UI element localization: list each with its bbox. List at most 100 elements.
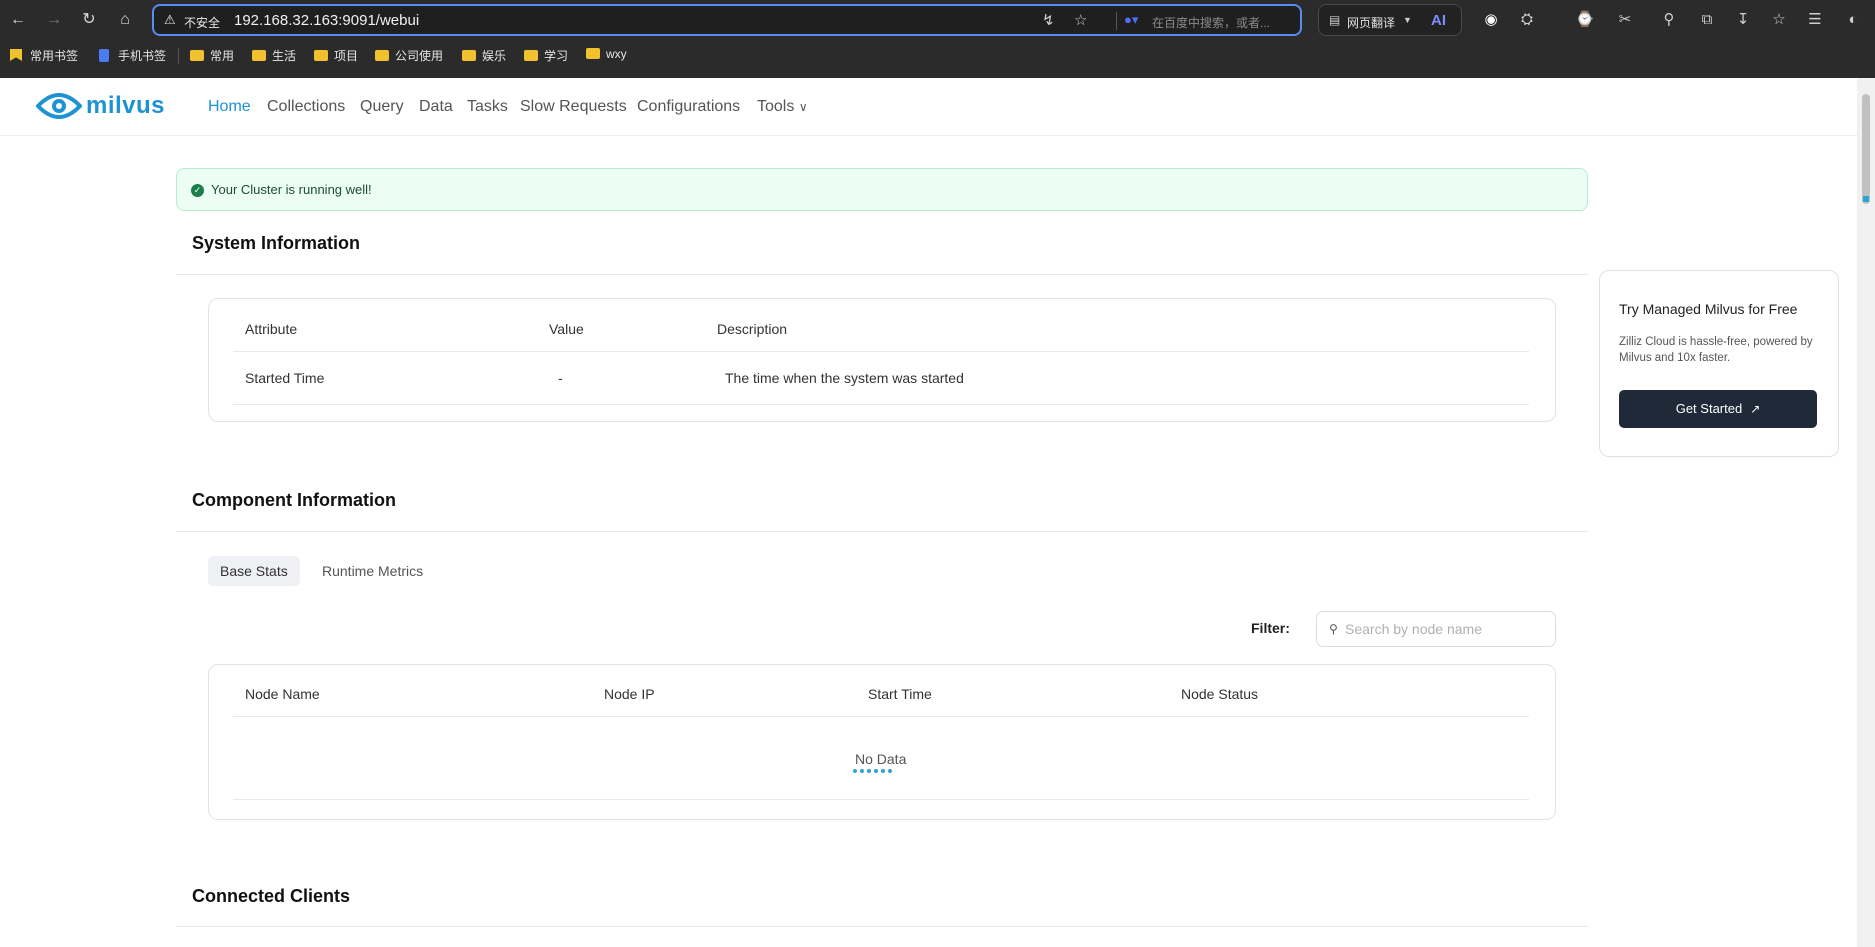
nav-tasks[interactable]: Tasks xyxy=(467,98,508,116)
screenshot-icon[interactable]: ✂ xyxy=(1614,9,1636,31)
tab-runtime-metrics[interactable]: Runtime Metrics xyxy=(310,556,435,586)
managed-milvus-promo: Try Managed Milvus for Free Zilliz Cloud… xyxy=(1599,270,1839,457)
bookmark-star-icon[interactable]: ☆ xyxy=(1074,11,1087,29)
download-icon[interactable]: ↧ xyxy=(1732,9,1754,31)
bookmark-folder[interactable]: 项目 xyxy=(314,47,358,65)
location-icon[interactable]: ⚲ xyxy=(1658,9,1680,31)
bookmark-folder[interactable]: 学习 xyxy=(524,47,568,65)
browser-chrome: ← → ↻ ⌂ ⚠ 不安全 192.168.32.163:9091/webui … xyxy=(0,0,1875,78)
translate-button[interactable]: ▤ 网页翻译 ▼ AI xyxy=(1318,4,1462,36)
webui-page: milvus Home Collections Query Data Tasks… xyxy=(0,78,1857,947)
bookmark-folder[interactable]: wxy xyxy=(586,47,627,65)
system-information-title: System Information xyxy=(192,233,361,253)
copy-icon[interactable]: ⧉ xyxy=(1696,9,1718,31)
get-started-button[interactable]: Get Started ↗ xyxy=(1619,390,1817,428)
external-link-icon: ↗ xyxy=(1750,402,1761,416)
scrollbar-thumb[interactable] xyxy=(1862,94,1870,204)
folder-icon xyxy=(586,48,600,59)
lightning-icon[interactable]: ↯ xyxy=(1042,11,1055,29)
row-divider xyxy=(233,716,1529,717)
bookmark-icon xyxy=(10,49,22,61)
menu-icon[interactable]: ☰ xyxy=(1804,9,1826,31)
profile-icon[interactable]: ◐ xyxy=(1842,9,1864,31)
column-header: Node Status xyxy=(1181,686,1259,702)
bookmarks-bar: 常用书签 手机书签 常用 生活 项目 公司使用 娱乐 学习 wxy xyxy=(0,44,1875,68)
loading-indicator xyxy=(853,760,899,773)
home-icon[interactable]: ⌂ xyxy=(113,8,137,32)
reload-icon[interactable]: ↻ xyxy=(77,8,101,32)
extensions-icon[interactable]: ⛭ xyxy=(1516,9,1538,31)
insecure-label: 不安全 xyxy=(184,16,221,30)
folder-icon xyxy=(190,50,204,61)
url-text[interactable]: 192.168.32.163:9091/webui xyxy=(234,12,419,29)
table-cell-attribute: Started Time xyxy=(245,370,325,386)
bookmark-folder[interactable]: 常用 xyxy=(190,47,234,65)
column-header: Node IP xyxy=(604,686,655,702)
cluster-status-alert: ✓ Your Cluster is running well! xyxy=(176,168,1588,211)
promo-description: Zilliz Cloud is hassle-free, powered by … xyxy=(1619,336,1813,364)
nav-collections[interactable]: Collections xyxy=(267,98,345,116)
top-navigation: milvus Home Collections Query Data Tasks… xyxy=(0,78,1857,136)
node-search-input[interactable] xyxy=(1345,620,1545,638)
scroll-marker xyxy=(1863,196,1869,202)
filter-label: Filter: xyxy=(1251,620,1290,636)
nav-slow-requests[interactable]: Slow Requests xyxy=(520,98,627,116)
browser-toolbar: ← → ↻ ⌂ ⚠ 不安全 192.168.32.163:9091/webui … xyxy=(0,0,1875,40)
forward-icon[interactable]: → xyxy=(42,8,66,32)
tab-base-stats[interactable]: Base Stats xyxy=(208,556,300,586)
warning-icon: ⚠ xyxy=(164,12,176,27)
folder-icon xyxy=(524,50,538,61)
nav-configurations[interactable]: Configurations xyxy=(637,98,740,116)
chevron-down-icon: ▼ xyxy=(1403,15,1412,25)
check-circle-icon: ✓ xyxy=(191,184,204,197)
mobile-bookmark-icon xyxy=(99,49,109,62)
chevron-down-icon: ∨ xyxy=(798,100,808,114)
favorites-icon[interactable]: ☆ xyxy=(1768,9,1790,31)
column-header: Description xyxy=(717,321,788,337)
bookmark-folder[interactable]: 娱乐 xyxy=(462,47,506,65)
nav-tools[interactable]: Tools ∨ xyxy=(757,98,808,116)
column-header: Attribute xyxy=(245,321,298,337)
search-icon: ⚲ xyxy=(1329,622,1338,636)
translate-icon: ▤ xyxy=(1329,13,1341,27)
panda-extension-icon[interactable]: ◉ xyxy=(1480,9,1502,31)
nav-query[interactable]: Query xyxy=(360,98,404,116)
component-information-title: Component Information xyxy=(192,490,396,510)
address-bar[interactable]: ⚠ 不安全 192.168.32.163:9091/webui ↯ ☆ ●▾ 在… xyxy=(152,4,1302,36)
nav-data[interactable]: Data xyxy=(419,98,453,116)
folder-icon xyxy=(462,50,476,61)
system-info-table: Attribute Value Description Started Time… xyxy=(208,298,1556,422)
row-divider xyxy=(233,799,1529,800)
ai-assistant-icon[interactable]: AI xyxy=(1431,12,1446,29)
row-divider xyxy=(233,351,1529,352)
section-divider xyxy=(176,926,1588,927)
bookmark-folder[interactable]: 手机书签 xyxy=(99,47,166,65)
connected-clients-title: Connected Clients xyxy=(192,886,351,906)
history-icon[interactable]: ⌚ xyxy=(1574,9,1596,31)
milvus-logo-icon[interactable] xyxy=(36,88,82,124)
back-icon[interactable]: ← xyxy=(6,8,30,32)
folder-icon xyxy=(375,50,389,61)
table-cell-description: The time when the system was started xyxy=(725,370,964,386)
bookmark-folder[interactable]: 生活 xyxy=(252,47,296,65)
node-search-box[interactable]: ⚲ xyxy=(1316,611,1556,647)
baidu-paw-icon[interactable]: ●▾ xyxy=(1124,12,1138,28)
promo-title: Try Managed Milvus for Free xyxy=(1619,301,1798,317)
bookmark-folder[interactable]: 公司使用 xyxy=(375,47,443,65)
omnibox-divider xyxy=(1116,12,1117,30)
alert-message: Your Cluster is running well! xyxy=(211,182,372,197)
folder-icon xyxy=(314,50,328,61)
page-scrollbar[interactable] xyxy=(1857,78,1875,947)
section-divider xyxy=(176,274,1588,275)
column-header: Start Time xyxy=(868,686,932,702)
nav-home[interactable]: Home xyxy=(208,98,251,116)
column-header: Node Name xyxy=(245,686,320,702)
translate-label: 网页翻译 xyxy=(1347,16,1396,30)
table-cell-value: - xyxy=(558,370,563,386)
bookmark-folder[interactable]: 常用书签 xyxy=(10,47,78,65)
search-engine-placeholder[interactable]: 在百度中搜索，或者... xyxy=(1152,14,1270,31)
bookmark-separator xyxy=(178,48,179,64)
component-table: Node Name Node IP Start Time Node Status… xyxy=(208,664,1556,820)
column-header: Value xyxy=(549,321,584,337)
section-divider xyxy=(176,531,1588,532)
